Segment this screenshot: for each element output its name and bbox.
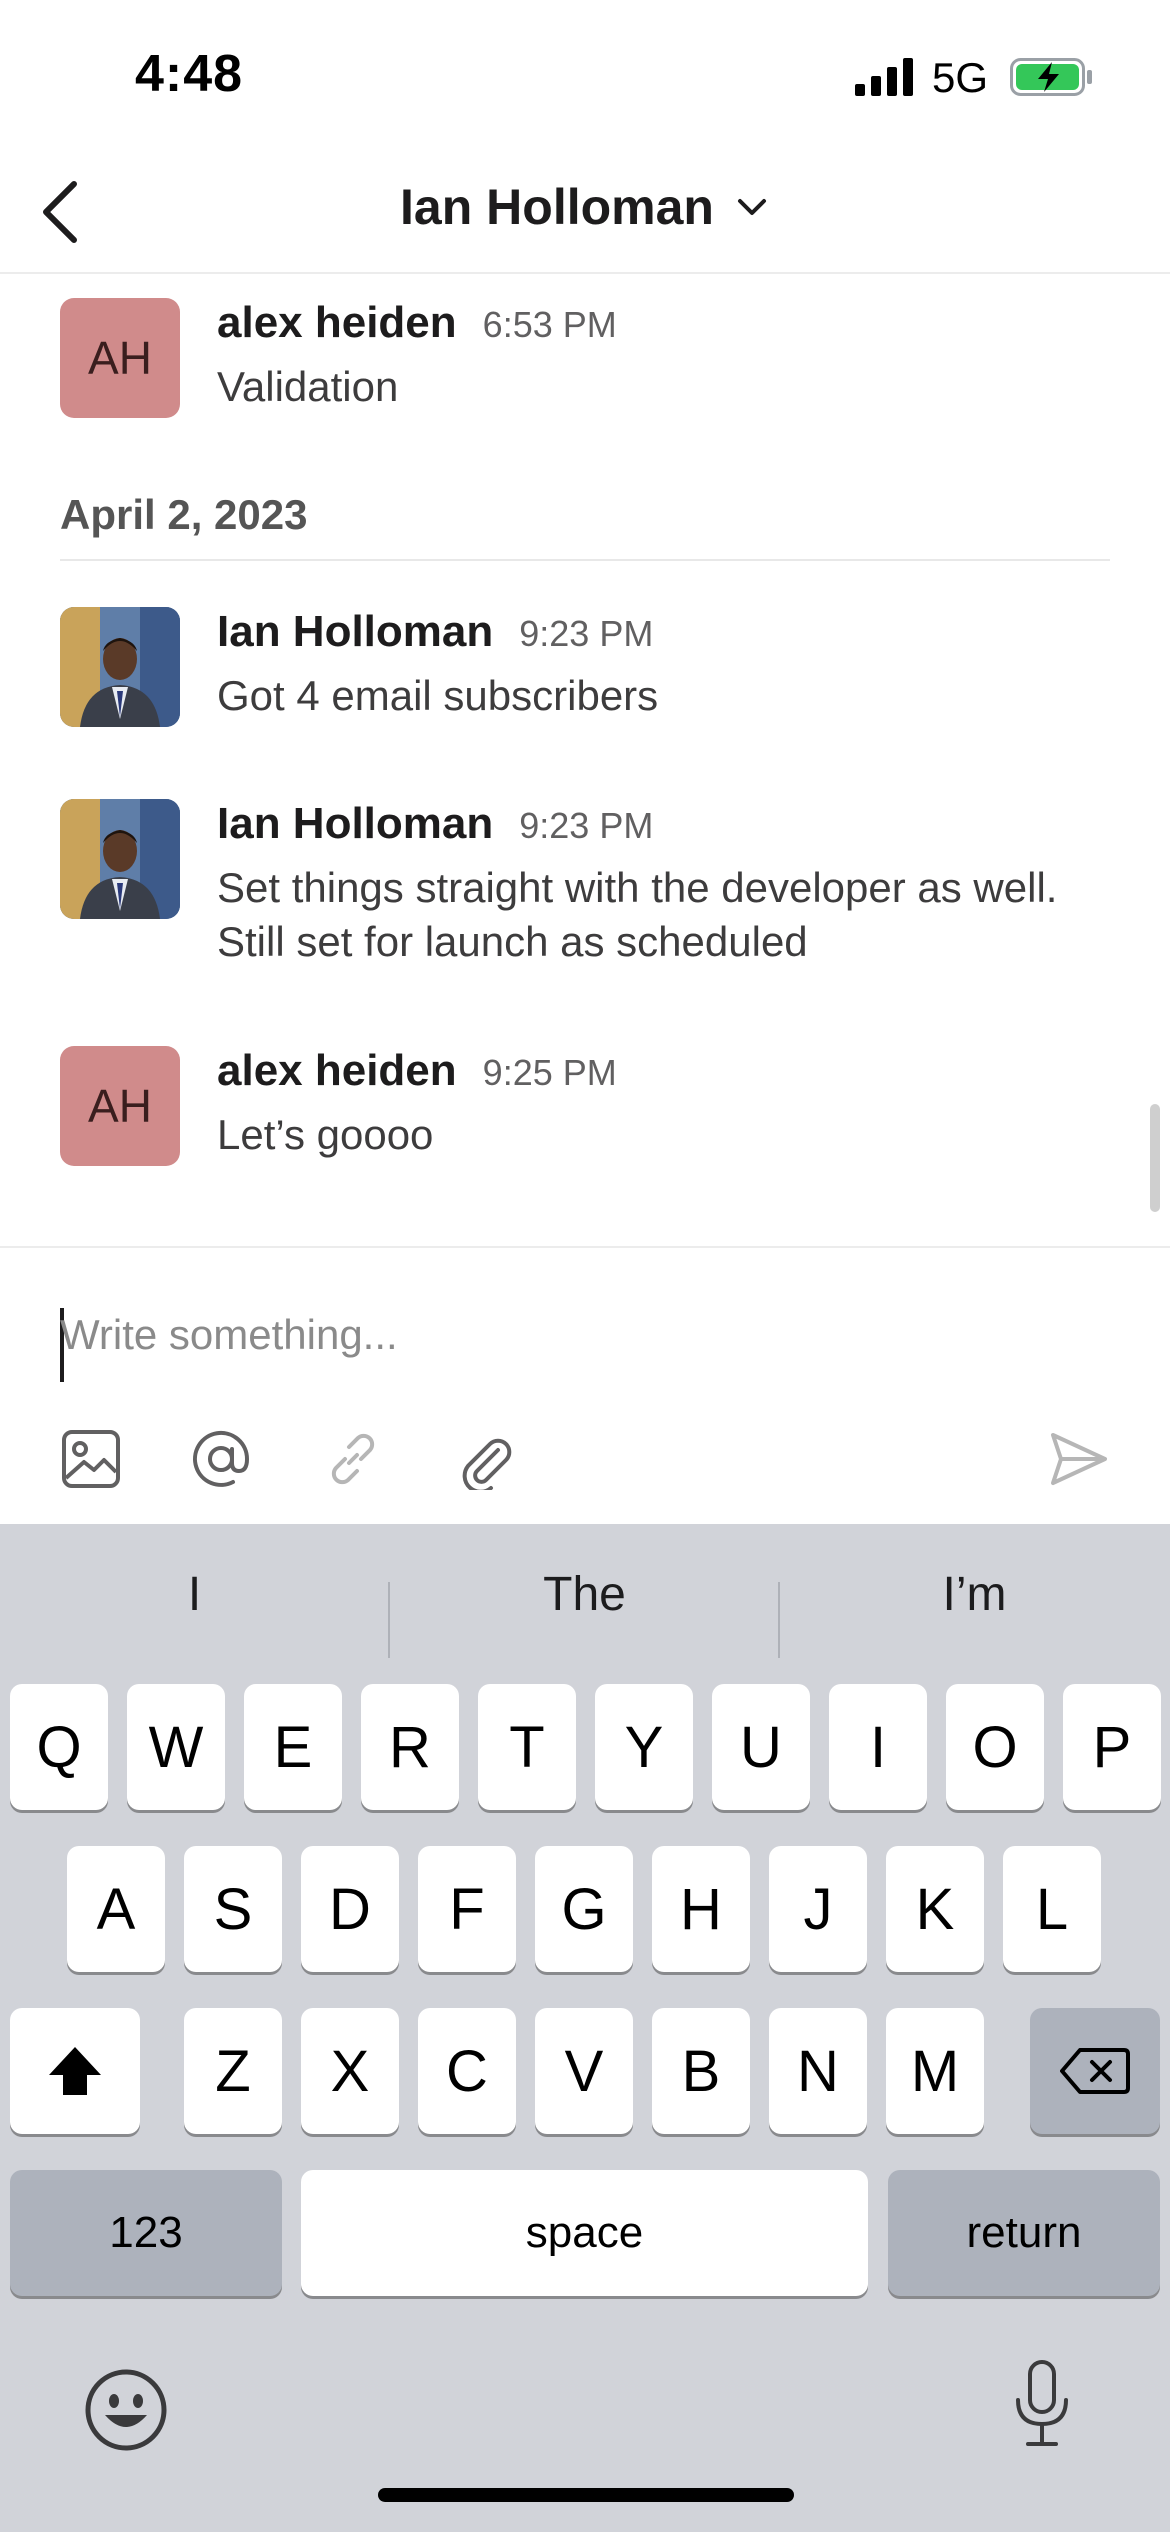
attach-button[interactable] [452,1426,518,1492]
date-label: April 2, 2023 [60,491,308,538]
avatar-initials: AH [88,332,152,384]
key-s[interactable]: S [184,1846,282,1972]
key-g[interactable]: G [535,1846,633,1972]
at-mention-icon [193,1430,250,1487]
avatar[interactable]: AH [60,298,180,418]
key-o[interactable]: O [946,1684,1044,1810]
message-time: 9:23 PM [519,805,654,846]
key-z[interactable]: Z [184,2008,282,2134]
onscreen-keyboard: I The I’m Q W E R T Y U I O P A S D F G … [0,1524,1170,2532]
key-b[interactable]: B [652,2008,750,2134]
key-r[interactable]: R [361,1684,459,1810]
key-v[interactable]: V [535,2008,633,2134]
numbers-key[interactable]: 123 [10,2170,282,2296]
return-key[interactable]: return [888,2170,1160,2296]
avatar-initials: AH [88,1080,152,1132]
sender-name[interactable]: Ian Holloman [217,799,493,849]
avatar[interactable] [60,799,180,919]
conversation-header: Ian Holloman [0,150,1170,274]
message-text: Got 4 email subscribers [217,672,659,719]
key-l[interactable]: L [1003,1846,1101,1972]
suggestion-2[interactable]: The [390,1544,779,1644]
message-time: 9:25 PM [482,1052,617,1093]
status-time: 4:48 [135,45,244,103]
sender-name[interactable]: alex heiden [217,1046,457,1096]
space-key[interactable]: space [301,2170,868,2296]
network-type: 5G [932,54,989,101]
key-w[interactable]: W [127,1684,225,1810]
link-icon [331,1433,375,1485]
conversation-title: Ian Holloman [400,179,714,235]
emoji-icon [85,2369,167,2451]
key-u[interactable]: U [712,1684,810,1810]
key-d[interactable]: D [301,1846,399,1972]
emoji-button[interactable] [80,2364,172,2456]
backspace-icon [1060,2048,1130,2094]
sender-name[interactable]: alex heiden [217,298,457,348]
message-list[interactable]: AH alex heiden 6:53 PM Validation April … [0,276,1170,1246]
home-indicator[interactable] [378,2488,794,2502]
message-text: Set things straight with the developer a… [217,864,1058,965]
key-e[interactable]: E [244,1684,342,1810]
key-n[interactable]: N [769,2008,867,2134]
suggestion-3[interactable]: I’m [780,1544,1169,1644]
key-c[interactable]: C [418,2008,516,2134]
message-time: 9:23 PM [519,613,654,654]
profile-photo-icon [60,799,180,919]
key-p[interactable]: P [1063,1684,1161,1810]
scrollbar[interactable] [1150,1104,1160,1212]
profile-photo-icon [60,607,180,727]
key-t[interactable]: T [478,1684,576,1810]
battery-charging-icon [1010,58,1092,96]
key-q[interactable]: Q [10,1684,108,1810]
avatar[interactable]: AH [60,1046,180,1166]
key-m[interactable]: M [886,2008,984,2134]
conversation-title-button[interactable]: Ian Holloman [0,178,1170,236]
suggestion-1[interactable]: I [0,1544,389,1644]
message-text: Validation [217,363,399,410]
status-bar: 4:48 5G [0,0,1170,150]
key-j[interactable]: J [769,1846,867,1972]
dictation-button[interactable] [996,2354,1088,2454]
paperclip-icon [462,1438,512,1490]
key-f[interactable]: F [418,1846,516,1972]
send-button[interactable] [1046,1426,1112,1492]
key-i[interactable]: I [829,1684,927,1810]
message-time: 6:53 PM [482,304,617,345]
send-icon [1051,1433,1107,1485]
delete-key[interactable] [1030,2008,1160,2134]
shift-icon [49,2047,101,2095]
message-composer: Write something... [0,1246,1170,1524]
chevron-down-icon [737,199,766,215]
key-y[interactable]: Y [595,1684,693,1810]
sender-name[interactable]: Ian Holloman [217,607,493,657]
key-h[interactable]: H [652,1846,750,1972]
image-icon [62,1430,120,1488]
message-input[interactable]: Write something... [60,1300,1060,1370]
message-input-placeholder: Write something... [60,1311,398,1358]
key-a[interactable]: A [67,1846,165,1972]
key-k[interactable]: K [886,1846,984,1972]
mention-button[interactable] [188,1426,254,1492]
image-button[interactable] [58,1426,124,1492]
key-x[interactable]: X [301,2008,399,2134]
message-text: Let’s goooo [217,1111,434,1158]
cellular-signal-icon [855,58,913,96]
date-separator: April 2, 2023 [60,491,1110,561]
avatar[interactable] [60,607,180,727]
predictive-text-bar: I The I’m [0,1544,1170,1658]
link-button[interactable] [320,1426,386,1492]
microphone-icon [1016,2360,1068,2446]
shift-key[interactable] [10,2008,140,2134]
